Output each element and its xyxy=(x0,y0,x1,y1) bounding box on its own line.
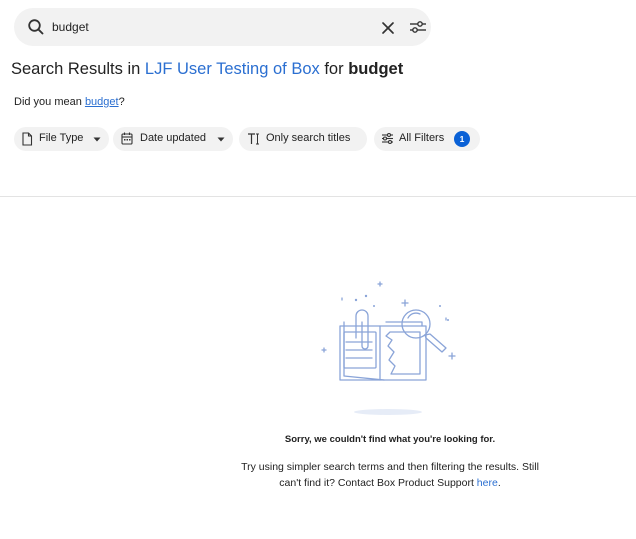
empty-state-message: Try using simpler search terms and then … xyxy=(240,459,540,491)
date-updated-label: Date updated xyxy=(140,132,207,144)
suggestion-prefix: Did you mean xyxy=(14,96,85,108)
spelling-suggestion: Did you mean budget? xyxy=(14,96,125,108)
only-search-titles-toggle[interactable]: Only search titles xyxy=(239,127,367,151)
filter-count-badge: 1 xyxy=(454,131,470,147)
all-filters-label: All Filters xyxy=(399,132,445,144)
calendar-icon xyxy=(121,132,133,145)
empty-state-title: Sorry, we couldn't find what you're look… xyxy=(284,434,496,445)
filter-icon xyxy=(382,132,393,145)
support-link[interactable]: here xyxy=(477,477,498,489)
caret-down-icon xyxy=(93,137,101,142)
empty-state-end: . xyxy=(497,477,501,489)
only-search-titles-label: Only search titles xyxy=(266,132,351,144)
suggestion-link[interactable]: budget xyxy=(85,96,119,108)
search-icon xyxy=(28,19,44,35)
file-icon xyxy=(22,132,33,146)
close-icon[interactable] xyxy=(380,20,396,36)
location-link[interactable]: LJF User Testing of Box xyxy=(145,60,320,78)
heading-connector: for xyxy=(319,60,349,78)
text-icon xyxy=(248,133,259,145)
search-results-page: Search Results in LJF User Testing of Bo… xyxy=(0,0,636,539)
file-type-filter[interactable]: File Type xyxy=(14,127,109,151)
all-filters-button[interactable]: All Filters 1 xyxy=(374,127,480,151)
no-results-illustration xyxy=(321,281,456,415)
sliders-icon[interactable] xyxy=(408,19,428,35)
heading-prefix: Search Results in xyxy=(11,60,145,78)
suggestion-suffix: ? xyxy=(118,96,125,108)
divider xyxy=(0,196,636,197)
caret-down-icon xyxy=(217,137,225,142)
file-type-label: File Type xyxy=(39,132,84,144)
search-input[interactable] xyxy=(52,16,352,38)
search-bar[interactable] xyxy=(14,8,431,46)
date-updated-filter[interactable]: Date updated xyxy=(113,127,233,151)
page-title: Search Results in LJF User Testing of Bo… xyxy=(11,60,403,79)
heading-query: budget xyxy=(348,60,404,78)
